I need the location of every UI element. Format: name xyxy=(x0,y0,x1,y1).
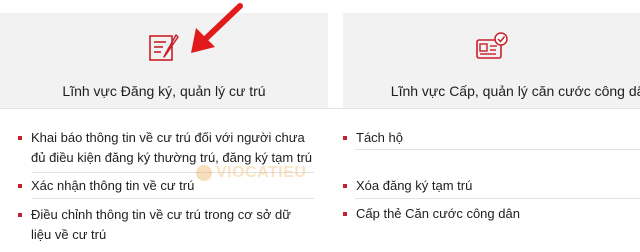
list-item-label: Khai báo thông tin về cư trú đối với ngư… xyxy=(31,130,312,165)
divider xyxy=(0,108,640,109)
bullet xyxy=(18,213,22,217)
list-item[interactable]: Tách hộ xyxy=(343,128,626,148)
list-item-label: Điều chỉnh thông tin về cư trú trong cơ … xyxy=(31,207,291,242)
divider xyxy=(355,149,640,150)
annotation-arrow-icon xyxy=(191,3,243,53)
divider xyxy=(355,198,640,199)
list-item-label: Xác nhận thông tin về cư trú xyxy=(31,178,195,193)
form-edit-icon xyxy=(149,34,179,61)
bullet xyxy=(18,136,22,140)
divider xyxy=(32,172,314,173)
list-item-label: Xóa đăng ký tạm trú xyxy=(356,178,473,193)
bullet xyxy=(343,212,347,216)
card-title: Lĩnh vực Đăng ký, quản lý cư trú xyxy=(62,83,266,99)
divider xyxy=(32,198,314,199)
list-item-label: Tách hộ xyxy=(356,130,403,145)
list-item[interactable]: Cấp thẻ Căn cước công dân xyxy=(343,204,626,224)
list-item[interactable]: Điều chỉnh thông tin về cư trú trong cơ … xyxy=(18,205,313,245)
list-item[interactable]: Xác nhận thông tin về cư trú xyxy=(18,176,313,196)
card-residence-registration[interactable]: Lĩnh vực Đăng ký, quản lý cư trú xyxy=(0,13,328,109)
list-item[interactable]: Xóa đăng ký tạm trú xyxy=(343,176,626,196)
list-item[interactable]: Khai báo thông tin về cư trú đối với ngư… xyxy=(18,128,313,168)
id-card-check-icon xyxy=(475,32,508,59)
bullet xyxy=(18,184,22,188)
card-title: Lĩnh vực Cấp, quản lý căn cước công dân xyxy=(390,83,640,99)
bullet xyxy=(343,184,347,188)
bullet xyxy=(343,136,347,140)
card-citizen-id[interactable]: Lĩnh vực Cấp, quản lý căn cước công dân xyxy=(343,13,640,109)
list-item-label: Cấp thẻ Căn cước công dân xyxy=(356,206,520,221)
